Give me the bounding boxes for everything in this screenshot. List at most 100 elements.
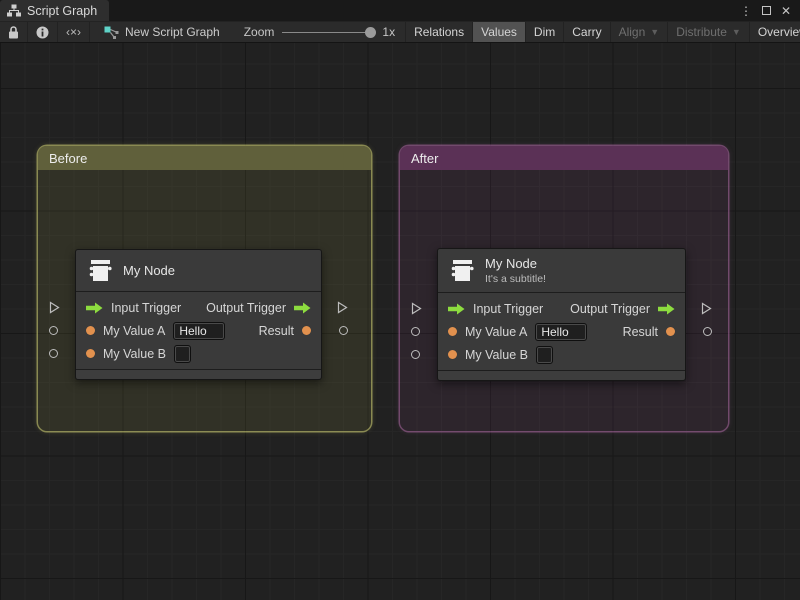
unit-node-icon [450,259,475,282]
trigger-port-row: Input Trigger Output Trigger [76,297,321,318]
node-subtitle: It's a subtitle! [485,273,546,285]
tab-script-graph[interactable]: Script Graph [0,0,109,21]
maximize-icon [762,6,771,15]
input-trigger-label: Input Trigger [473,302,543,316]
value-a-label: My Value A [103,324,165,338]
script-graph-asset-icon [104,26,119,39]
result-label: Result [259,324,294,338]
node-header[interactable]: My Node [76,250,321,292]
value-a-port[interactable]: My Value A [448,323,587,341]
chevron-down-icon: ▼ [650,27,659,37]
node-ports: Input Trigger Output Trigger My Value A [438,293,685,370]
value-b-outer-port[interactable] [49,349,58,358]
trigger-arrow-icon [448,303,465,315]
node-my-node-after[interactable]: My Node It's a subtitle! Input Trigger O… [437,248,686,381]
distribute-dropdown: Distribute ▼ [668,22,750,42]
value-a-input[interactable] [535,323,587,341]
align-dropdown: Align ▼ [611,22,669,42]
group-after-header[interactable]: After [400,146,728,170]
trigger-arrow-icon [658,303,675,315]
node-header[interactable]: My Node It's a subtitle! [438,249,685,293]
overview-button[interactable]: Overview [750,22,800,42]
value-b-input[interactable] [536,346,553,364]
value-a-input[interactable] [173,322,225,340]
window-controls: ⋮ ✕ [738,0,800,21]
value-a-outer-port[interactable] [49,326,58,335]
title-bar: Script Graph ⋮ ✕ [0,0,800,21]
input-trigger-label: Input Trigger [111,301,181,315]
value-port-icon [302,326,311,335]
value-a-port[interactable]: My Value A [86,322,225,340]
node-ports: Input Trigger Output Trigger My Value A [76,292,321,369]
align-label: Align [619,25,646,39]
graph-toolbar: ‹×› New Script Graph Zoom 1x Relations V… [0,21,800,43]
value-b-label: My Value B [465,348,528,362]
value-b-port[interactable]: My Value B [86,345,191,363]
group-before-label: Before [49,151,87,166]
inspect-button[interactable] [28,22,58,42]
info-icon [36,26,49,39]
value-b-input[interactable] [174,345,191,363]
value-port-icon [86,326,95,335]
relations-toggle[interactable]: Relations [405,22,473,42]
value-a-port-row: My Value A Result [76,320,321,341]
output-trigger-outer-port[interactable] [337,301,348,314]
output-trigger-label: Output Trigger [206,301,286,315]
window-menu-button[interactable]: ⋮ [738,3,754,19]
result-port[interactable]: Result [623,325,675,339]
result-outer-port[interactable] [339,326,348,335]
zoom-slider[interactable] [282,32,374,33]
output-trigger-outer-port[interactable] [701,302,712,315]
trigger-arrow-icon [294,302,311,314]
value-port-icon [86,349,95,358]
output-trigger-label: Output Trigger [570,302,650,316]
input-trigger-port[interactable]: Input Trigger [86,301,181,315]
result-label: Result [623,325,658,339]
value-b-port[interactable]: My Value B [448,346,553,364]
new-script-graph-label: New Script Graph [125,25,220,39]
value-a-label: My Value A [465,325,527,339]
value-port-icon [666,327,675,336]
node-footer [76,369,321,379]
trigger-arrow-icon [86,302,103,314]
graph-canvas[interactable]: Before After My Node [0,43,800,600]
values-toggle[interactable]: Values [473,22,526,42]
trigger-port-row: Input Trigger Output Trigger [438,298,685,319]
close-button[interactable]: ✕ [778,3,794,19]
value-b-port-row: My Value B [76,343,321,364]
value-a-port-row: My Value A Result [438,321,685,342]
graph-hierarchy-icon [7,4,21,17]
result-outer-port[interactable] [703,327,712,336]
node-my-node-before[interactable]: My Node Input Trigger Output Trigger [75,249,322,380]
zoom-label: Zoom [244,25,275,39]
value-port-icon [448,350,457,359]
unit-node-icon [88,259,113,282]
script-graph-window: Script Graph ⋮ ✕ ‹×› [0,0,800,600]
distribute-label: Distribute [676,25,727,39]
chevron-down-icon: ▼ [732,27,741,37]
value-b-port-row: My Value B [438,344,685,365]
output-trigger-port[interactable]: Output Trigger [206,301,311,315]
zoom-slider-handle[interactable] [365,27,376,38]
input-trigger-outer-port[interactable] [49,301,60,314]
zoom-value: 1x [382,25,395,39]
dim-toggle[interactable]: Dim [526,22,564,42]
node-footer [438,370,685,380]
value-a-outer-port[interactable] [411,327,420,336]
value-b-label: My Value B [103,347,166,361]
edit-code-button[interactable]: ‹×› [58,22,90,42]
lock-button[interactable] [0,22,28,42]
zoom-control: Zoom 1x [234,22,405,42]
input-trigger-outer-port[interactable] [411,302,422,315]
carry-toggle[interactable]: Carry [564,22,610,42]
output-trigger-port[interactable]: Output Trigger [570,302,675,316]
value-b-outer-port[interactable] [411,350,420,359]
result-port[interactable]: Result [259,324,311,338]
input-trigger-port[interactable]: Input Trigger [448,302,543,316]
new-script-graph-button[interactable]: New Script Graph [90,22,234,42]
value-port-icon [448,327,457,336]
group-before-header[interactable]: Before [38,146,371,170]
maximize-button[interactable] [758,3,774,19]
node-title: My Node [485,256,546,271]
tab-label: Script Graph [27,4,97,18]
